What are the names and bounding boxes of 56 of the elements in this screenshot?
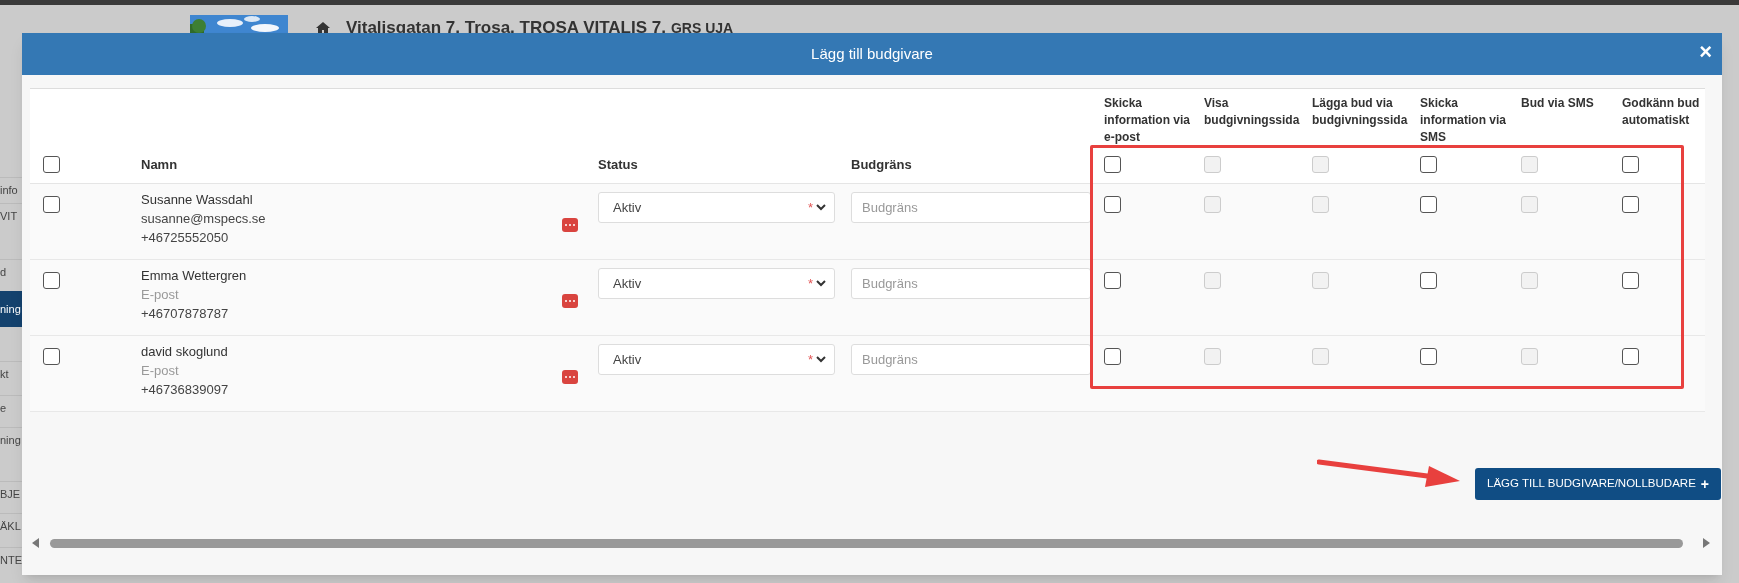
column-header: Budgräns <box>851 155 912 174</box>
horizontal-scrollbar[interactable] <box>50 538 1683 548</box>
chevron-down-icon[interactable] <box>816 356 826 363</box>
checkbox[interactable] <box>1420 156 1437 173</box>
checkbox[interactable] <box>1420 196 1437 213</box>
column-header: Visa budgivningssida <box>1204 95 1301 129</box>
more-icon[interactable] <box>562 218 578 232</box>
checkbox[interactable] <box>43 348 60 365</box>
column-header: Bud via SMS <box>1521 95 1595 112</box>
column-header: Skicka information via e-post <box>1104 95 1191 146</box>
column-header: Lägga bud via budgivningssida <box>1312 95 1409 129</box>
plus-icon: + <box>1700 473 1709 495</box>
checkbox[interactable] <box>1104 272 1121 289</box>
checkbox[interactable] <box>1420 272 1437 289</box>
column-header: Namn <box>141 155 178 174</box>
status-select[interactable]: Aktiv * <box>598 344 835 375</box>
column-header: Skicka information via SMS <box>1420 95 1507 146</box>
budget-limit-field[interactable]: Budgräns <box>851 192 1091 223</box>
phone-number: +46707878787 <box>141 305 230 323</box>
checkbox[interactable] <box>1622 348 1639 365</box>
required-mark: * <box>807 274 813 293</box>
more-icon[interactable] <box>562 370 578 384</box>
email-field[interactable]: susanne@mspecs.se <box>141 209 266 228</box>
phone-number: +46725552050 <box>141 229 230 247</box>
checkbox[interactable] <box>43 156 60 173</box>
checkbox[interactable] <box>1622 272 1639 289</box>
column-header: Status <box>598 155 638 174</box>
checkbox[interactable] <box>1420 348 1437 365</box>
chevron-down-icon[interactable] <box>816 280 826 287</box>
bidder-name: david skoglund <box>141 343 229 361</box>
status-select[interactable]: Aktiv * <box>598 268 835 299</box>
more-icon[interactable] <box>562 294 578 308</box>
checkbox[interactable] <box>43 196 60 213</box>
add-bidder-button[interactable]: LÄGG TILL BUDGIVARE/NOLLBUDARE + <box>1475 468 1721 500</box>
phone-number: +46736839097 <box>141 381 229 399</box>
checkbox[interactable] <box>1622 196 1639 213</box>
chevron-down-icon[interactable] <box>816 204 826 211</box>
checkbox[interactable] <box>1622 156 1639 173</box>
close-button[interactable]: × <box>1699 41 1712 63</box>
status-select[interactable]: Aktiv * <box>598 192 835 223</box>
checkbox[interactable] <box>1104 348 1121 365</box>
checkbox[interactable] <box>43 272 60 289</box>
bidder-name: Emma Wettergren <box>141 267 247 285</box>
column-header: Godkänn bud automatiskt <box>1622 95 1701 129</box>
modal-title: Lägg till budgivare <box>811 43 933 64</box>
scroll-right-icon[interactable] <box>1703 538 1710 548</box>
bidder-name: Susanne Wassdahl <box>141 191 254 209</box>
scroll-left-icon[interactable] <box>32 538 39 548</box>
home-icon[interactable] <box>316 21 330 34</box>
required-mark: * <box>807 350 813 369</box>
checkbox[interactable] <box>1104 156 1121 173</box>
budget-limit-field[interactable]: Budgräns <box>851 268 1091 299</box>
address-suffix: GRS UJA <box>670 19 734 38</box>
required-mark: * <box>807 198 813 217</box>
checkbox[interactable] <box>1104 196 1121 213</box>
budget-limit-field[interactable]: Budgräns <box>851 344 1091 375</box>
